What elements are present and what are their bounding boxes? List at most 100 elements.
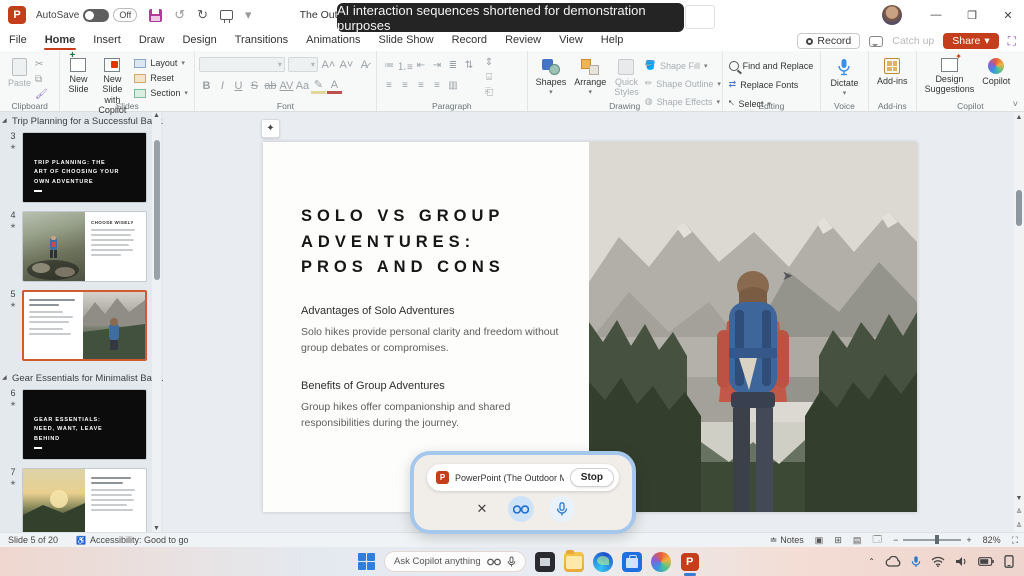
zoom-slider[interactable]: − + — [893, 535, 972, 545]
tab-animations[interactable]: Animations — [297, 31, 369, 51]
tab-view[interactable]: View — [550, 31, 592, 51]
close-button[interactable]: ✕ — [992, 0, 1024, 30]
start-slideshow-icon[interactable] — [220, 10, 233, 20]
change-case-icon[interactable]: Aa — [295, 80, 310, 92]
thumbnail-panel-scrollbar[interactable]: ▲ ▼ — [152, 112, 161, 532]
slideshow-view-icon[interactable]: 🗔 — [872, 532, 882, 548]
clear-formatting-icon[interactable]: A̷ — [357, 59, 372, 71]
undo-icon[interactable]: ↺ — [174, 7, 185, 23]
slide-indicator[interactable]: Slide 5 of 20 — [8, 535, 58, 545]
slide-title[interactable]: SOLO VS GROUP ADVENTURES: PROS AND CONS — [301, 204, 589, 281]
taskbar-search[interactable]: Ask Copilot anything — [384, 551, 526, 572]
new-slide-button[interactable]: New Slide — [64, 56, 92, 97]
copilot-app-icon[interactable] — [651, 552, 671, 572]
paste-button[interactable]: Paste — [4, 56, 35, 90]
shape-outline-button[interactable]: ✏Shape Outline▾ — [643, 77, 723, 90]
italic-icon[interactable]: I — [215, 80, 230, 92]
align-left-icon[interactable]: ≡ — [381, 80, 397, 91]
onedrive-cloud-icon[interactable] — [885, 556, 901, 567]
find-replace-button[interactable]: Find and Replace — [727, 60, 816, 72]
comments-icon[interactable] — [869, 36, 883, 47]
redo-icon[interactable]: ↻ — [197, 7, 208, 23]
bold-icon[interactable]: B — [199, 80, 214, 92]
search-box-remnant[interactable] — [685, 5, 715, 29]
tab-insert[interactable]: Insert — [84, 31, 130, 51]
fit-slide-icon[interactable]: ⛶ — [1012, 535, 1018, 546]
previous-slide-icon[interactable]: ▼ — [1014, 495, 1024, 502]
quick-styles-button[interactable]: Quick Styles — [610, 57, 643, 100]
text-direction-2-icon[interactable]: ⇕ — [481, 57, 497, 68]
strikethrough-icon[interactable]: S — [247, 80, 262, 92]
slide-paragraph-2[interactable]: Group hikes offer companionship and shar… — [301, 399, 589, 432]
reset-button[interactable]: Reset — [132, 72, 190, 84]
battery-icon[interactable] — [978, 557, 994, 566]
zoom-in-icon[interactable]: + — [966, 535, 971, 545]
wifi-icon[interactable] — [931, 556, 945, 567]
tab-draw[interactable]: Draw — [130, 31, 174, 51]
collapse-ribbon-icon[interactable]: ˅ — [1013, 99, 1018, 109]
vertical-scrollbar[interactable]: ▲ ▼ ≙ ≚ — [1014, 112, 1024, 532]
character-spacing-icon[interactable]: AV — [279, 80, 294, 92]
decrease-indent-icon[interactable]: ⇤ — [413, 60, 429, 71]
save-icon[interactable] — [149, 9, 162, 22]
customize-qat-icon[interactable]: ▾ — [245, 7, 252, 23]
autosave-switch-icon[interactable] — [83, 9, 109, 22]
accessibility-status[interactable]: ♿ Accessibility: Good to go — [76, 535, 189, 545]
increase-indent-icon[interactable]: ⇥ — [429, 60, 445, 71]
scroll-up-icon[interactable]: ▲ — [152, 112, 161, 119]
minimize-button[interactable]: — — [920, 0, 952, 30]
autosave-toggle[interactable]: AutoSave Off — [36, 8, 137, 22]
highlight-color-icon[interactable]: ✎ — [311, 78, 326, 94]
copilot-vision-icon[interactable] — [508, 496, 534, 522]
file-explorer-icon[interactable] — [564, 552, 584, 572]
scroll-up-icon[interactable]: ▲ — [1014, 114, 1024, 121]
bullets-icon[interactable]: ≔ — [381, 60, 397, 71]
tray-chevron-icon[interactable]: ⌃ — [868, 557, 875, 566]
reading-view-icon[interactable]: ▤ — [853, 535, 862, 546]
tab-design[interactable]: Design — [173, 31, 225, 51]
notes-button[interactable]: ≐ Notes — [770, 535, 804, 546]
designer-sparkle-icon[interactable]: ✦ — [261, 119, 280, 138]
tab-review[interactable]: Review — [496, 31, 550, 51]
columns-icon[interactable]: ▥ — [445, 80, 461, 91]
start-button[interactable] — [358, 553, 375, 570]
copy-icon[interactable]: ⧉ — [35, 74, 48, 85]
section-header-trip-planning[interactable]: Trip Planning for a Successful Back... — [0, 112, 163, 130]
zoom-slider-thumb[interactable] — [935, 535, 939, 544]
replace-fonts-button[interactable]: ⇄Replace Fonts — [727, 78, 816, 91]
taskbar-dark-app-icon[interactable] — [535, 552, 555, 572]
smartart-icon[interactable]: ⎗ — [481, 87, 497, 98]
numbering-icon[interactable]: ⒈≡ — [397, 58, 413, 73]
slide-heading-2[interactable]: Benefits of Group Adventures — [301, 380, 589, 392]
slide-heading-1[interactable]: Advantages of Solo Adventures — [301, 305, 589, 317]
underline-icon[interactable]: U — [231, 80, 246, 92]
speaker-icon[interactable] — [955, 556, 968, 567]
shape-fill-button[interactable]: 🪣Shape Fill▾ — [643, 59, 723, 72]
slide-sorter-view-icon[interactable]: ⊞ — [834, 535, 842, 546]
record-button[interactable]: Record — [797, 33, 860, 49]
shapes-button[interactable]: Shapes▾ — [532, 57, 571, 99]
shrink-font-icon[interactable]: A˅ — [339, 59, 354, 71]
cut-icon[interactable]: ✂ — [35, 59, 48, 70]
tab-file[interactable]: File — [0, 31, 36, 51]
presenter-coach-icon[interactable]: ⛶ — [1008, 34, 1016, 49]
format-painter-icon[interactable]: 🖌 — [35, 89, 48, 100]
tab-slideshow[interactable]: Slide Show — [370, 31, 443, 51]
slide-4-thumbnail[interactable]: CHOOSE WISELY — [22, 211, 147, 282]
phone-link-icon[interactable] — [1004, 555, 1014, 568]
zoom-level[interactable]: 82% — [983, 535, 1001, 545]
grow-font-icon[interactable]: A˄ — [321, 59, 336, 71]
font-size-dropdown[interactable]: ▾ — [288, 57, 318, 72]
font-color-icon[interactable]: A — [327, 79, 342, 94]
copilot-button[interactable]: Copilot — [978, 56, 1014, 88]
tab-home[interactable]: Home — [36, 31, 85, 51]
slide-7-thumbnail[interactable] — [22, 468, 147, 532]
user-avatar[interactable] — [882, 5, 902, 25]
scroll-down-icon[interactable]: ▼ — [152, 525, 161, 532]
arrange-button[interactable]: Arrange▾ — [570, 57, 610, 99]
dictate-button[interactable]: Dictate▾ — [826, 56, 862, 100]
zoom-out-icon[interactable]: − — [893, 535, 898, 545]
font-name-dropdown[interactable]: ▾ — [199, 57, 285, 72]
section-header-gear-essentials[interactable]: Gear Essentials for Minimalist Back... — [0, 369, 163, 387]
catch-up-button[interactable]: Catch up — [892, 35, 934, 47]
